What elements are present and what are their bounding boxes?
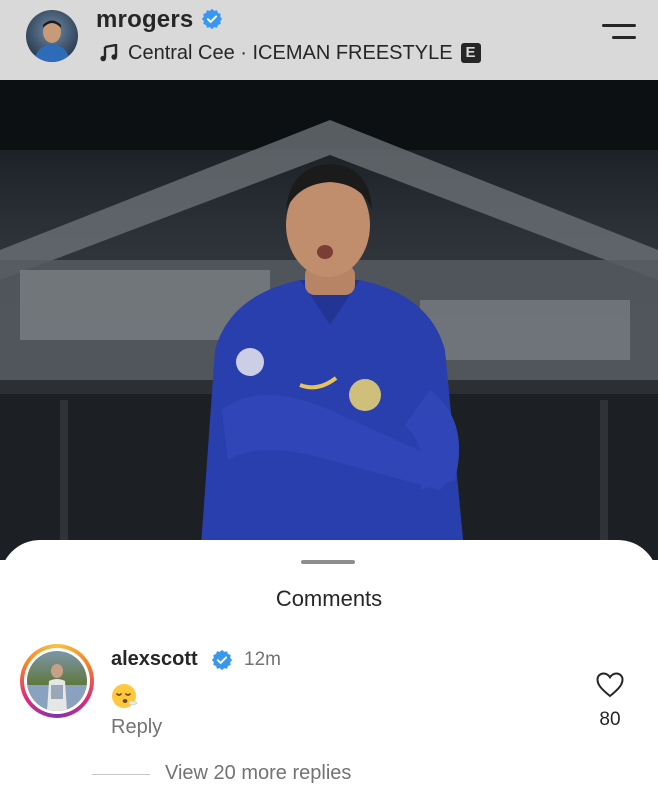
post-header: mrogers Central Cee · ICEMAN FREESTYLE E	[0, 0, 658, 80]
like-count: 80	[599, 709, 621, 730]
music-attribution[interactable]: Central Cee · ICEMAN FREESTYLE E	[100, 41, 481, 65]
comment-timestamp: 12m	[244, 649, 281, 670]
sheet-drag-handle[interactable]	[301, 560, 355, 564]
view-more-replies-button[interactable]: View 20 more replies	[165, 762, 351, 785]
verified-badge-icon	[211, 649, 233, 671]
profile-avatar[interactable]	[26, 10, 78, 62]
music-artist: Central Cee	[128, 41, 235, 64]
exhaling-face-emoji-icon	[112, 684, 138, 708]
commenter-avatar[interactable]	[20, 644, 94, 718]
reply-button[interactable]: Reply	[111, 716, 162, 739]
post-photo[interactable]	[0, 80, 658, 560]
menu-icon[interactable]	[600, 20, 638, 46]
comments-sheet: Comments alexscott 12m Reply 80 View 20 …	[0, 540, 658, 800]
music-note-icon	[100, 44, 118, 62]
post-username[interactable]: mrogers	[96, 6, 193, 34]
heart-icon[interactable]	[596, 672, 624, 698]
verified-badge-icon	[201, 8, 223, 30]
comments-title: Comments	[275, 586, 383, 611]
replies-divider-line	[92, 774, 150, 775]
explicit-badge: E	[460, 43, 481, 63]
music-separator: ·	[234, 41, 253, 64]
commenter-username[interactable]: alexscott	[111, 648, 198, 671]
music-track: ICEMAN FREESTYLE	[252, 41, 453, 64]
